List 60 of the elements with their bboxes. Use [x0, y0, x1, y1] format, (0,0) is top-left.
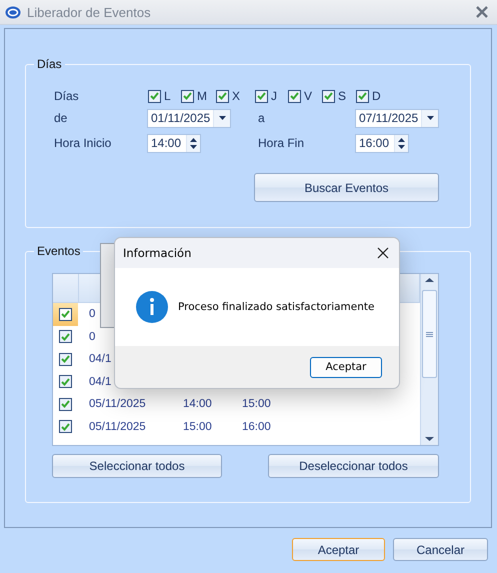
end-time-cell-text: 15:00	[242, 398, 272, 410]
app-logo-icon	[5, 6, 21, 18]
spin-arrows-icon	[190, 138, 197, 148]
day-label: J	[271, 89, 277, 103]
caret-icon	[426, 116, 434, 120]
scrollbar[interactable]	[420, 274, 438, 445]
field-label: Días	[54, 89, 80, 103]
day-checkbox[interactable]	[181, 90, 194, 102]
row-checkbox[interactable]	[59, 375, 72, 388]
dialog-button[interactable]: Aceptar	[292, 538, 385, 561]
dialog-message: Proceso finalizado satisfactoriamente	[178, 301, 374, 313]
start-time-cell-text: 15:00	[183, 420, 213, 433]
day-label: X	[232, 89, 240, 103]
row-checkbox[interactable]	[59, 420, 72, 434]
day-label: S	[338, 89, 346, 103]
dialog-button[interactable]: Cancelar	[393, 538, 488, 561]
day-checkbox[interactable]	[255, 90, 268, 102]
date-cell-text: 0	[88, 308, 96, 320]
end-time-cell-text: 16:00	[242, 420, 272, 433]
field-label: Hora Fin	[257, 136, 306, 150]
date-cell-text: 0	[88, 330, 96, 343]
search-events-button[interactable]: Buscar Eventos	[254, 173, 439, 202]
date-cell-text: 05/11/2025	[88, 398, 147, 410]
date-cell-text: 04/1	[88, 353, 112, 366]
day-label: D	[372, 89, 381, 103]
day-label: L	[164, 89, 171, 103]
deselect-all-button[interactable]: Deseleccionar todos	[268, 454, 439, 478]
ok-button[interactable]: Aceptar	[310, 356, 382, 378]
dialog-title: Información	[123, 246, 192, 260]
spin-arrows-icon	[398, 138, 405, 148]
row-checkbox[interactable]	[59, 398, 72, 411]
field-label: a	[257, 111, 266, 125]
day-checkbox[interactable]	[148, 90, 161, 102]
start-time-cell-text: 14:00	[183, 398, 213, 410]
group-title: Eventos	[36, 244, 82, 258]
row-checkbox-cell[interactable]	[53, 303, 78, 326]
row-checkbox[interactable]	[59, 330, 72, 344]
group-title: Días	[36, 57, 63, 71]
field-label: Hora Inicio	[54, 136, 112, 150]
date-field[interactable]: 07/11/2025	[355, 108, 439, 128]
date-cell-text: 04/1	[88, 376, 112, 388]
grip-icon	[426, 332, 433, 336]
day-label: V	[304, 89, 312, 103]
close-icon[interactable]	[376, 246, 390, 260]
day-checkbox[interactable]	[356, 90, 369, 102]
day-checkbox[interactable]	[216, 90, 229, 102]
caret-icon	[218, 116, 226, 120]
info-icon	[136, 291, 168, 323]
row-checkbox[interactable]	[59, 352, 72, 366]
window-title: Liberador de Eventos	[27, 4, 152, 20]
select-all-button[interactable]: Seleccionar todos	[52, 454, 222, 478]
day-checkbox[interactable]	[288, 90, 301, 102]
field-label: de	[54, 111, 68, 125]
day-label: M	[197, 89, 207, 103]
date-cell-text: 05/11/2025	[88, 420, 147, 433]
time-spinner[interactable]: 16:00	[355, 134, 409, 152]
row-checkbox[interactable]	[59, 308, 72, 321]
date-field[interactable]: 01/11/2025	[147, 108, 231, 128]
time-spinner[interactable]: 14:00	[147, 134, 201, 152]
day-checkbox[interactable]	[322, 90, 335, 102]
